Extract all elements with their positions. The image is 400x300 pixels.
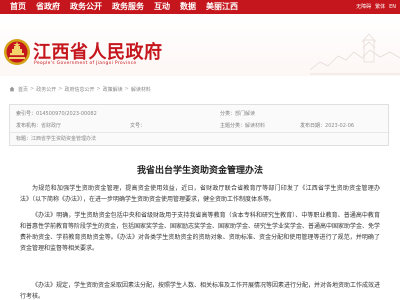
breadcrumb-separator: > [58,86,63,92]
top-nav-tools: 无障碍 繁体 EN [356,0,396,14]
nav-interaction[interactable]: 互动 [154,0,170,14]
traditional-chinese-link[interactable]: 繁体 [375,0,385,14]
nav-provincial-gov[interactable]: 省政府 [36,0,60,14]
meta-date-label: 发布日期： [300,123,326,129]
meta-date: 发布日期：2023-02-06 [300,120,354,132]
breadcrumb-separator: > [96,86,101,92]
breadcrumb-separator: > [124,86,129,92]
site-header: 江西省人民政府 People's Government of Jiangxi P… [0,14,400,76]
meta-date-value: 2023-02-06 [325,123,355,129]
nav-beautiful-jiangxi[interactable]: 美丽江西 [206,0,238,14]
meta-title: 标题：江西省学生资助资金管理办法 [16,133,96,145]
meta-index-label: 索引号： [16,111,37,117]
meta-index: 索引号：014500970/2023-00082 [16,108,97,120]
english-link[interactable]: EN [389,0,396,14]
top-nav-bar: 首页 省政府 政务公开 政务服务 互动 数据 美丽江西 无障碍 繁体 EN [0,0,400,14]
meta-doc-number: 文号： [130,120,145,132]
skyline-illustration [310,33,400,75]
meta-title-label: 标题： [16,136,32,142]
nav-data[interactable]: 数据 [180,0,196,14]
nav-home[interactable]: 首页 [10,0,26,14]
breadcrumb-item-materials[interactable]: 解读材料 [131,86,151,93]
meta-index-value: 014500970/2023-00082 [36,111,97,117]
breadcrumb-item-policy-interpretation[interactable]: 政策解读 [103,86,123,93]
meta-topic: 主题分类：解读材料 [220,120,265,132]
meta-topic-label: 主题分类： [220,123,246,129]
nav-gov-affairs[interactable]: 政务公开 [70,0,102,14]
meta-topic-value: 解读材料 [245,123,266,129]
site-subtitle: People's Government of Jiangxi Province [34,61,137,66]
breadcrumb: 首页 > 政务公开 > 政府信息公开 > 政策解读 > 解读材料 [9,84,151,94]
meta-title-value: 江西省学生资助资金管理办法 [31,136,97,142]
accessibility-link[interactable]: 无障碍 [356,0,371,14]
meta-category-label: 分类： [220,111,236,117]
home-icon [9,86,15,92]
breadcrumb-item-info-disclosure[interactable]: 政府信息公开 [64,86,94,93]
breadcrumb-item-home[interactable]: 首页 [18,86,28,93]
top-nav-items: 首页 省政府 政务公开 政务服务 互动 数据 美丽江西 [10,0,238,14]
article-title: 我省出台学生资助资金管理办法 [136,166,263,176]
article-paragraph-2: 《办法》明确，学生资助资金包括中央和省级财政用于支持我省高等教育（含本专科和研究… [20,212,380,252]
emblem-icon[interactable] [3,38,31,66]
meta-category: 分类：部门解读 [220,108,255,120]
breadcrumb-separator: > [30,86,35,92]
article-paragraph-3: 《办法》规定，学生资助资金采取因素法分配，按照学生人数、相关标准及工作开展情况等… [20,282,380,300]
document-meta-box: 索引号：014500970/2023-00082 分类：部门解读 发布机构：省财… [9,104,390,146]
meta-row-3: 标题：江西省学生资助资金管理办法 [10,133,390,145]
meta-doc-number-label: 文号： [130,123,146,129]
meta-issuer: 发布机构：省财政厅 [16,120,61,132]
nav-gov-services[interactable]: 政务服务 [112,0,144,14]
meta-issuer-label: 发布机构： [16,123,42,129]
meta-row-2: 发布机构：省财政厅 文号： 主题分类：解读材料 发布日期：2023-02-06 [10,120,390,132]
article-paragraph-1: 为规范和加强学生资助资金管理，提高资金使用效益，近日，省财政厅联合省教育厅等部门… [20,185,380,203]
meta-category-value: 部门解读 [235,111,256,117]
meta-issuer-value: 省财政厅 [41,123,62,129]
breadcrumb-item-gov-affairs[interactable]: 政务公开 [36,86,56,93]
meta-row-1: 索引号：014500970/2023-00082 分类：部门解读 [10,108,390,120]
